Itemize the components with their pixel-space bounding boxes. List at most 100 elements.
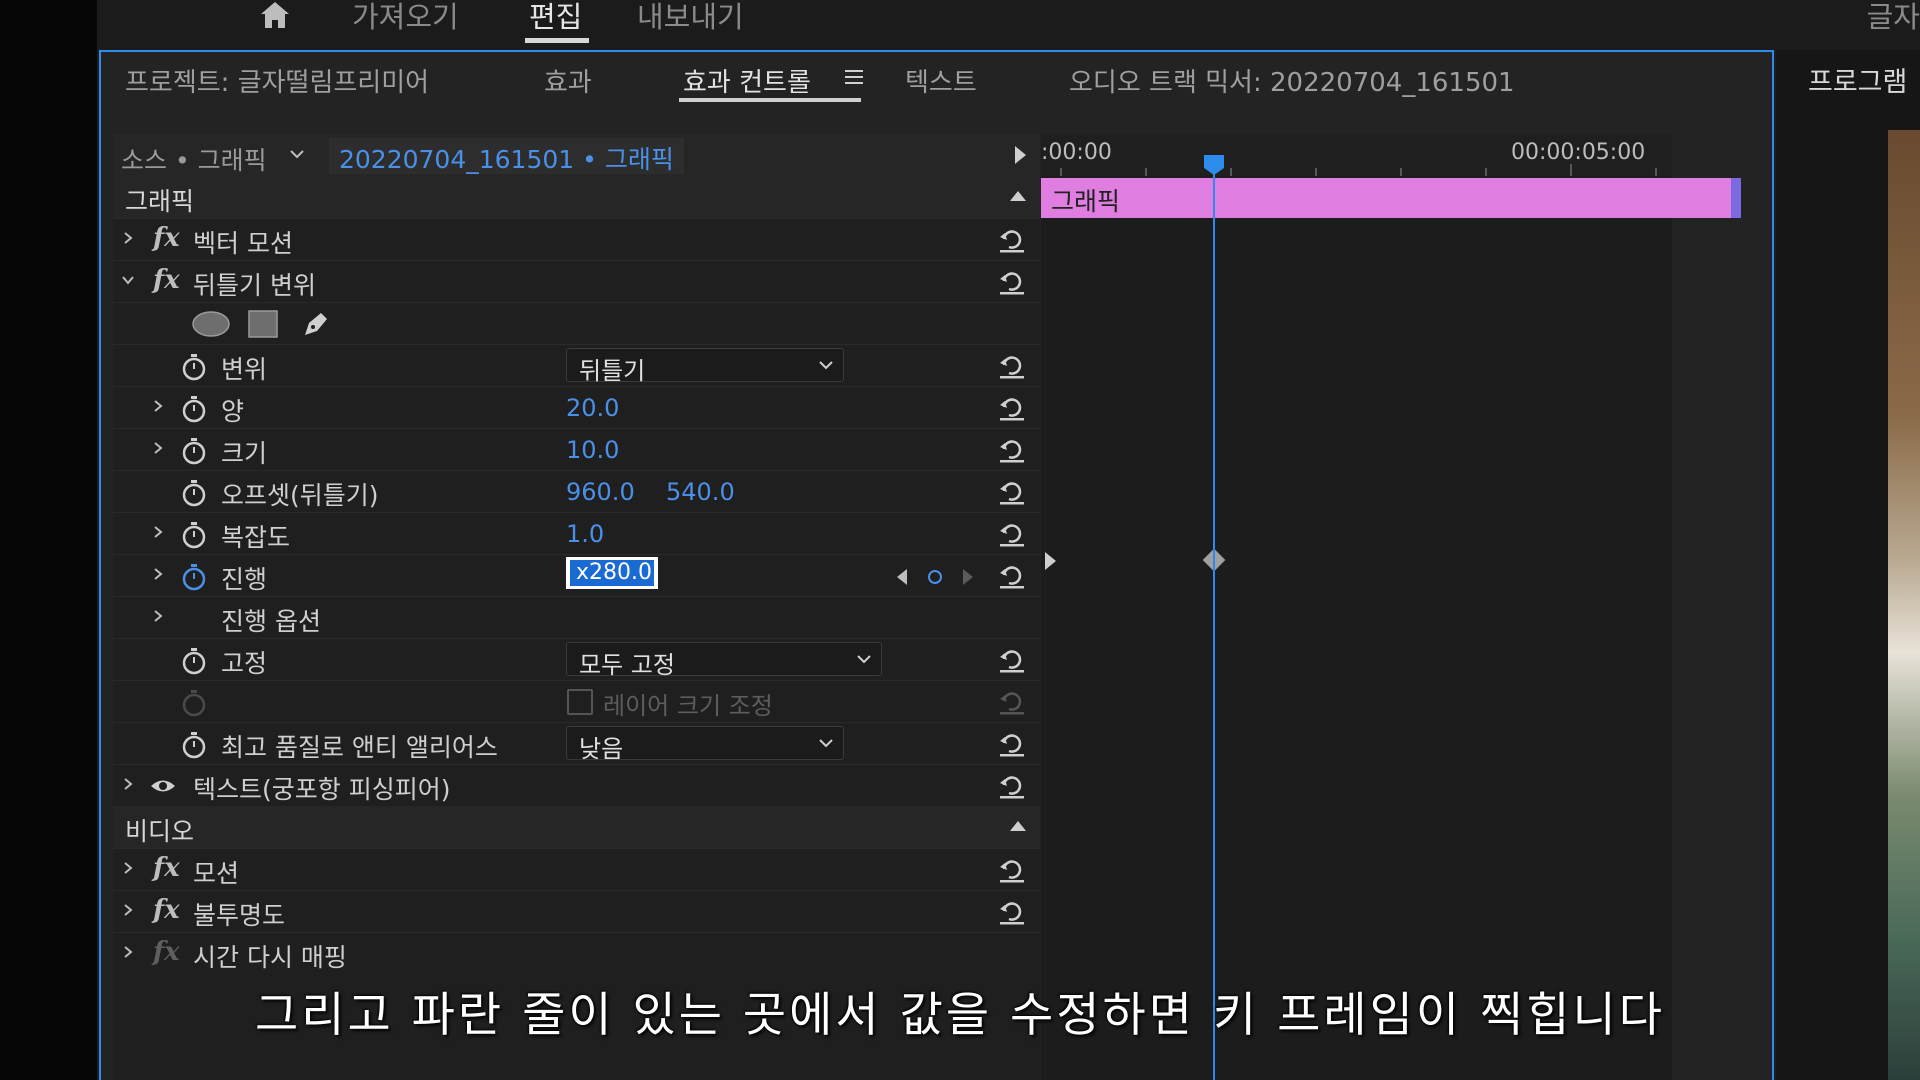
stopwatch-icon[interactable] xyxy=(181,395,207,423)
playhead-handle-icon[interactable] xyxy=(1203,154,1225,176)
nav-import[interactable]: 가져오기 xyxy=(352,0,459,36)
ruler-ticks xyxy=(1060,164,1657,176)
pinning-dropdown[interactable]: 모두 고정 xyxy=(566,642,882,679)
effect-row-time-remap[interactable]: fx 시간 다시 매핑 xyxy=(113,932,1040,974)
tab-text[interactable]: 텍스트 xyxy=(905,62,977,99)
chevron-right-icon[interactable] xyxy=(151,567,165,581)
stopwatch-icon[interactable] xyxy=(181,437,207,465)
property-label: 양 xyxy=(221,397,245,426)
checkbox-label: 레이어 크기 조정 xyxy=(603,692,773,720)
complexity-value[interactable]: 1.0 xyxy=(566,520,604,548)
fx-icon[interactable]: fx xyxy=(153,937,180,967)
effect-row-text-layer[interactable]: 텍스트(궁포항 피싱피어) xyxy=(113,764,1040,806)
ruler-time-5s: 00:00:05:00 xyxy=(1511,140,1646,165)
evolution-value-input[interactable]: x280.0 xyxy=(566,557,658,589)
chevron-right-icon[interactable] xyxy=(151,441,165,455)
stopwatch-active-icon[interactable] xyxy=(181,563,207,591)
reset-icon[interactable] xyxy=(997,645,1027,675)
workspace-title: 글자 xyxy=(1866,0,1920,34)
program-monitor-title[interactable]: 프로그램 xyxy=(1808,60,1907,99)
graphic-clip-bar[interactable]: 그래픽 xyxy=(1041,178,1741,218)
left-black-margin xyxy=(0,0,97,1080)
chevron-down-icon[interactable] xyxy=(121,273,135,287)
top-bar: 가져오기 편집 내보내기 글자 xyxy=(97,0,1920,50)
resize-layer-checkbox[interactable] xyxy=(567,689,593,715)
amount-value[interactable]: 20.0 xyxy=(566,394,619,422)
reset-icon[interactable] xyxy=(997,351,1027,381)
stopwatch-icon[interactable] xyxy=(181,479,207,507)
tab-effects[interactable]: 효과 xyxy=(544,62,592,99)
play-triangle-icon[interactable] xyxy=(1015,146,1026,164)
collapse-up-icon[interactable] xyxy=(1010,821,1026,831)
fx-icon[interactable]: fx xyxy=(153,853,180,883)
property-row-displacement: 변위 뒤틀기 xyxy=(113,344,1040,386)
effect-row-vector-motion[interactable]: fx 벡터 모션 xyxy=(113,218,1040,260)
keyframe-navigator[interactable] xyxy=(895,567,975,587)
antialias-dropdown[interactable]: 낮음 xyxy=(566,726,844,763)
effect-row-turbulent-displace[interactable]: fx 뒤틀기 변위 xyxy=(113,260,1040,302)
reset-icon[interactable] xyxy=(997,225,1027,255)
offset-x-value[interactable]: 960.0 xyxy=(566,478,635,506)
tab-effect-controls[interactable]: 효과 컨트롤 xyxy=(683,62,811,99)
dropdown-value: 낮음 xyxy=(579,735,624,763)
reset-icon[interactable] xyxy=(997,897,1027,927)
clip-end-handle[interactable] xyxy=(1731,178,1741,218)
tab-audio-mixer[interactable]: 오디오 트랙 믹서: 20220704_161501 xyxy=(1069,62,1515,99)
ruler-time-start: :00:00 xyxy=(1041,140,1112,165)
offset-y-value[interactable]: 540.0 xyxy=(666,478,735,506)
ellipse-mask-icon[interactable] xyxy=(191,309,231,339)
chevron-right-icon[interactable] xyxy=(151,525,165,539)
chevron-right-icon[interactable] xyxy=(121,231,135,245)
fx-icon[interactable]: fx xyxy=(153,265,180,295)
home-icon[interactable] xyxy=(257,0,293,30)
source-label: 소스 • 그래픽 xyxy=(121,146,267,175)
fx-icon[interactable]: fx xyxy=(153,895,180,925)
reset-icon[interactable] xyxy=(997,267,1027,297)
section-label: 그래픽 xyxy=(125,187,195,216)
reset-icon[interactable] xyxy=(997,771,1027,801)
stopwatch-icon[interactable] xyxy=(181,353,207,381)
chevron-right-icon[interactable] xyxy=(121,903,135,917)
nav-edit[interactable]: 편집 xyxy=(529,0,582,36)
collapse-up-icon[interactable] xyxy=(1010,191,1026,201)
eye-icon[interactable] xyxy=(149,775,177,797)
stopwatch-icon[interactable] xyxy=(181,731,207,759)
section-graphics: 그래픽 xyxy=(113,176,1040,218)
reset-icon[interactable] xyxy=(997,855,1027,885)
video-subtitle: 그리고 파란 줄이 있는 곳에서 값을 수정하면 키 프레임이 찍힙니다 xyxy=(255,988,1665,1043)
panel-menu-icon[interactable] xyxy=(845,70,863,86)
rectangle-mask-icon[interactable] xyxy=(247,309,279,339)
reset-icon[interactable] xyxy=(997,561,1027,591)
reset-icon[interactable] xyxy=(997,729,1027,759)
pen-mask-icon[interactable] xyxy=(299,307,333,341)
section-video: 비디오 xyxy=(113,806,1040,848)
reset-icon[interactable] xyxy=(997,393,1027,423)
size-value[interactable]: 10.0 xyxy=(566,436,619,464)
chevron-down-icon[interactable] xyxy=(289,146,305,162)
displacement-dropdown[interactable]: 뒤틀기 xyxy=(566,348,844,385)
effect-row-opacity[interactable]: fx 불투명도 xyxy=(113,890,1040,932)
chevron-right-icon[interactable] xyxy=(121,861,135,875)
effect-name: 벡터 모션 xyxy=(193,229,293,258)
reset-icon[interactable] xyxy=(997,519,1027,549)
fx-icon[interactable]: fx xyxy=(153,223,180,253)
effect-name: 뒤틀기 변위 xyxy=(193,271,316,300)
stopwatch-icon[interactable] xyxy=(181,521,207,549)
property-label: 고정 xyxy=(221,649,268,678)
chevron-right-icon[interactable] xyxy=(151,399,165,413)
effect-name: 모션 xyxy=(193,859,240,888)
nav-export[interactable]: 내보내기 xyxy=(637,0,744,36)
source-clip-selector[interactable]: 20220704_161501 • 그래픽 xyxy=(329,138,684,174)
reset-icon[interactable] xyxy=(997,435,1027,465)
tab-project[interactable]: 프로젝트: 글자떨림프리미어 xyxy=(125,62,429,99)
stopwatch-icon[interactable] xyxy=(181,647,207,675)
playhead-line[interactable] xyxy=(1213,164,1215,1080)
effect-name: 시간 다시 매핑 xyxy=(193,943,347,972)
chevron-right-icon[interactable] xyxy=(151,609,165,623)
reset-icon[interactable] xyxy=(997,477,1027,507)
property-label: 오프셋(뒤틀기) xyxy=(221,481,379,510)
chevron-right-icon[interactable] xyxy=(121,945,135,959)
chevron-right-icon[interactable] xyxy=(121,777,135,791)
time-ruler[interactable]: :00:00 00:00:05:00 xyxy=(1041,134,1672,176)
effect-row-motion[interactable]: fx 모션 xyxy=(113,848,1040,890)
